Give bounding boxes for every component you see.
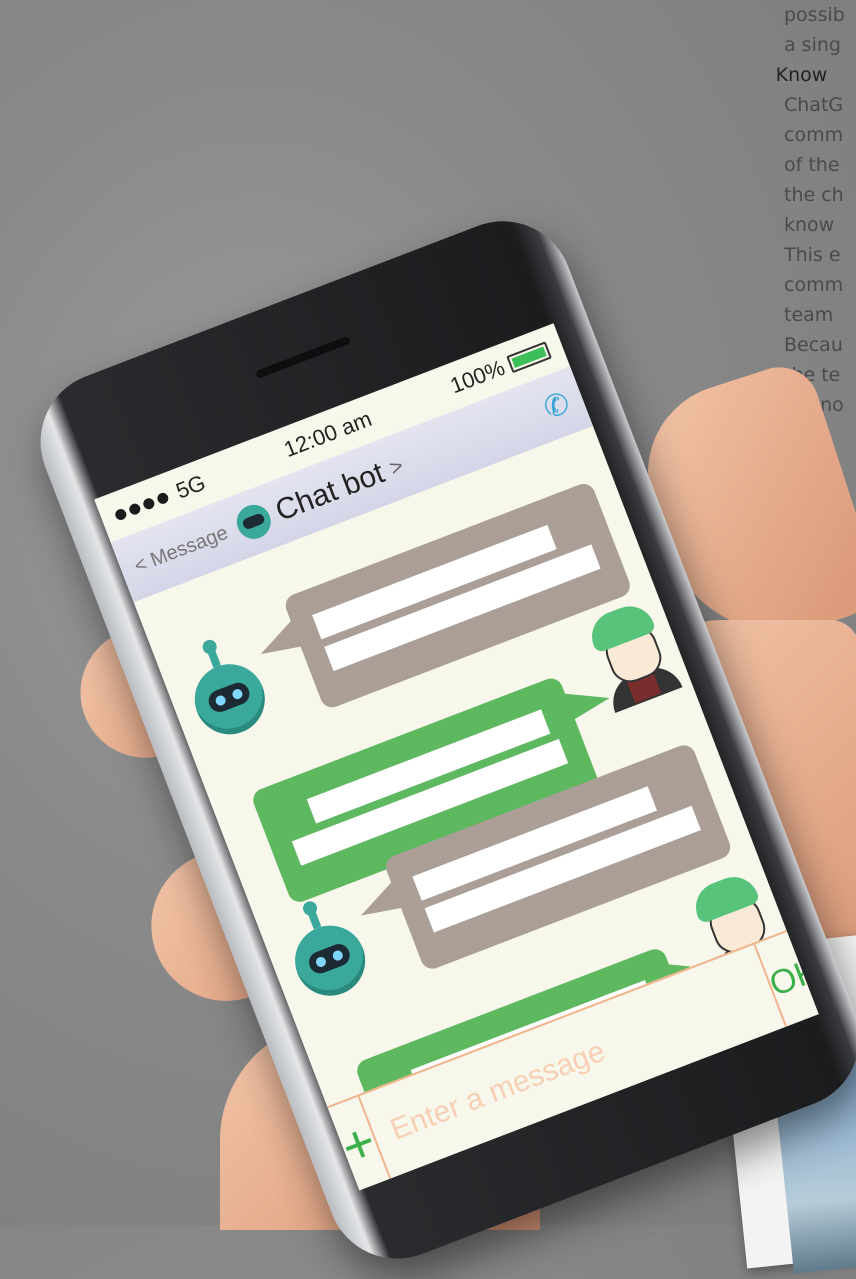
article-line: the ch bbox=[784, 184, 844, 206]
article-line: Know bbox=[775, 64, 828, 86]
article-line: of the bbox=[784, 154, 840, 176]
article-line: team bbox=[784, 304, 834, 326]
signal-dot-icon bbox=[155, 490, 170, 506]
article-bullet-heading: › Know bbox=[772, 60, 856, 90]
signal-dot-icon bbox=[127, 501, 142, 516]
carrier-label: 5G bbox=[172, 469, 209, 504]
article-line: This e bbox=[784, 244, 841, 266]
battery-icon bbox=[506, 341, 552, 374]
chevron-right-icon: > bbox=[385, 452, 407, 481]
article-line: ChatG bbox=[784, 94, 844, 116]
signal-dot-icon bbox=[141, 496, 156, 511]
article-line: comm bbox=[784, 274, 844, 296]
article-line: Becau bbox=[784, 334, 843, 356]
article-line: a sing bbox=[784, 34, 841, 56]
bot-avatar bbox=[184, 646, 275, 745]
article-line: know bbox=[784, 214, 835, 236]
article-line: comm bbox=[784, 124, 844, 146]
bot-avatar bbox=[284, 907, 376, 1006]
phone-call-icon[interactable]: ✆ bbox=[539, 385, 575, 427]
article-line: possib bbox=[784, 4, 845, 26]
signal-dot-icon bbox=[113, 506, 128, 522]
